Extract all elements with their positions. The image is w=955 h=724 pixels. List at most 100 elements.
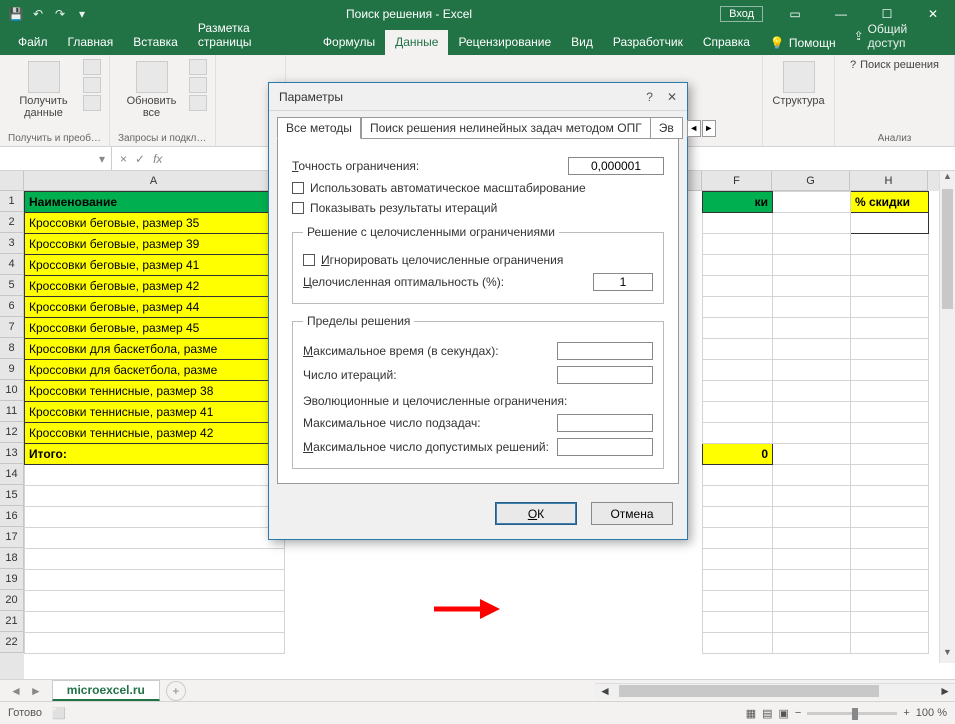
row-header[interactable]: 20 xyxy=(0,590,24,611)
name-box-dropdown-icon[interactable]: ▾ xyxy=(99,152,105,166)
cell-f13[interactable]: 0 xyxy=(703,444,773,465)
max-subproblems-input[interactable] xyxy=(557,414,653,432)
row-header[interactable]: 13 xyxy=(0,443,24,464)
zoom-in-icon[interactable]: + xyxy=(903,707,909,719)
autoscale-checkbox[interactable]: Использовать автоматическое масштабирова… xyxy=(292,181,664,195)
horizontal-scrollbar[interactable]: ◄ ► xyxy=(595,683,955,699)
row-header[interactable]: 18 xyxy=(0,548,24,569)
row-header[interactable]: 1 xyxy=(0,191,24,212)
max-time-input[interactable] xyxy=(557,342,653,360)
cancel-formula-icon[interactable]: × xyxy=(120,152,127,166)
cell-a4[interactable]: Кроссовки беговые, размер 41 xyxy=(25,255,285,276)
properties-icon[interactable] xyxy=(189,77,207,93)
col-header-g[interactable]: G xyxy=(772,171,850,191)
scroll-right-icon[interactable]: ► xyxy=(935,684,955,698)
row-header[interactable]: 7 xyxy=(0,317,24,338)
tab-file[interactable]: Файл xyxy=(8,30,58,55)
row-header[interactable]: 12 xyxy=(0,422,24,443)
cell-a2[interactable]: Кроссовки беговые, размер 35 xyxy=(25,213,285,234)
tab-scroll-right-icon[interactable]: ► xyxy=(702,120,716,137)
iterations-input[interactable] xyxy=(557,366,653,384)
tab-view[interactable]: Вид xyxy=(561,30,603,55)
row-header[interactable]: 19 xyxy=(0,569,24,590)
col-header-f[interactable]: F xyxy=(702,171,772,191)
cell-a5[interactable]: Кроссовки беговые, размер 42 xyxy=(25,276,285,297)
remove-dup-icon[interactable] xyxy=(500,59,522,81)
macro-record-icon[interactable]: ⬜ xyxy=(52,707,66,720)
queries-icon[interactable] xyxy=(189,59,207,75)
forecast-icon[interactable] xyxy=(604,59,626,81)
integer-optimality-input[interactable] xyxy=(593,273,653,291)
cell-h2[interactable] xyxy=(851,213,929,234)
what-if-icon[interactable] xyxy=(578,59,600,81)
tab-data[interactable]: Данные xyxy=(385,30,448,55)
cell-a9[interactable]: Кроссовки для баскетбола, разме xyxy=(25,360,285,381)
dialog-help-icon[interactable]: ? xyxy=(646,90,653,104)
zoom-slider[interactable] xyxy=(807,712,897,715)
tab-review[interactable]: Рецензирование xyxy=(448,30,561,55)
cell-a3[interactable]: Кроссовки беговые, размер 39 xyxy=(25,234,285,255)
dialog-tab-grg[interactable]: Поиск решения нелинейных задач методом О… xyxy=(361,117,651,139)
outline-button[interactable]: Структура xyxy=(768,59,828,109)
scroll-left-icon[interactable]: ◄ xyxy=(595,684,615,698)
qat-dropdown-icon[interactable]: ▾ xyxy=(74,6,90,22)
enter-formula-icon[interactable]: ✓ xyxy=(135,152,145,166)
filter-icon[interactable] xyxy=(422,59,444,81)
row-header[interactable]: 17 xyxy=(0,527,24,548)
row-header[interactable]: 4 xyxy=(0,254,24,275)
name-box[interactable]: ▾ xyxy=(0,147,112,170)
max-feasible-input[interactable] xyxy=(557,438,653,456)
hscroll-thumb[interactable] xyxy=(619,685,879,697)
cell-g1[interactable] xyxy=(773,192,851,213)
tab-home[interactable]: Главная xyxy=(58,30,124,55)
text-to-columns-icon[interactable] xyxy=(448,59,470,81)
consolidate-icon[interactable] xyxy=(552,59,574,81)
dialog-close-icon[interactable]: ✕ xyxy=(667,90,677,104)
row-header[interactable]: 16 xyxy=(0,506,24,527)
tab-formulas[interactable]: Формулы xyxy=(313,30,385,55)
zoom-out-icon[interactable]: − xyxy=(795,707,801,719)
row-header[interactable]: 21 xyxy=(0,611,24,632)
cell-f1[interactable]: ки xyxy=(703,192,773,213)
cell-a12[interactable]: Кроссовки теннисные, размер 42 xyxy=(25,423,285,444)
row-header[interactable]: 2 xyxy=(0,212,24,233)
row-header[interactable]: 6 xyxy=(0,296,24,317)
tab-page-layout[interactable]: Разметка страницы xyxy=(188,16,313,55)
cancel-button[interactable]: Отмена xyxy=(591,502,673,525)
precision-input[interactable] xyxy=(568,157,664,175)
tab-developer[interactable]: Разработчик xyxy=(603,30,693,55)
ok-button[interactable]: ОК xyxy=(495,502,577,525)
select-all-corner[interactable] xyxy=(0,171,24,191)
sort-za-icon[interactable] xyxy=(252,59,276,83)
from-table-icon[interactable] xyxy=(83,95,101,111)
new-sheet-button[interactable]: + xyxy=(166,681,186,701)
from-text-icon[interactable] xyxy=(83,59,101,75)
sheet-nav-next-icon[interactable]: ► xyxy=(30,684,42,698)
save-icon[interactable]: 💾 xyxy=(8,6,24,22)
show-iterations-checkbox[interactable]: Показывать результаты итераций xyxy=(292,201,664,215)
col-header-h[interactable]: H xyxy=(850,171,928,191)
undo-icon[interactable]: ↶ xyxy=(30,6,46,22)
row-header[interactable]: 15 xyxy=(0,485,24,506)
row-header[interactable]: 14 xyxy=(0,464,24,485)
view-break-icon[interactable]: ▣ xyxy=(779,707,789,720)
tab-insert[interactable]: Вставка xyxy=(123,30,188,55)
ignore-integer-checkbox[interactable]: Игнорировать целочисленные ограничения xyxy=(303,253,653,267)
cell-a6[interactable]: Кроссовки беговые, размер 44 xyxy=(25,297,285,318)
scroll-up-icon[interactable]: ▲ xyxy=(940,171,955,187)
cell-a11[interactable]: Кроссовки теннисные, размер 41 xyxy=(25,402,285,423)
sheet-tab-active[interactable]: microexcel.ru xyxy=(52,680,160,701)
row-header[interactable]: 8 xyxy=(0,338,24,359)
flash-fill-icon[interactable] xyxy=(474,59,496,81)
edit-links-icon[interactable] xyxy=(189,95,207,111)
cell-a1[interactable]: Наименование xyxy=(25,192,285,213)
cell-a10[interactable]: Кроссовки теннисные, размер 38 xyxy=(25,381,285,402)
row-header[interactable]: 3 xyxy=(0,233,24,254)
refresh-all-button[interactable]: Обновить все xyxy=(118,59,185,121)
row-header[interactable]: 11 xyxy=(0,401,24,422)
row-header[interactable]: 9 xyxy=(0,359,24,380)
dialog-tab-evolutionary[interactable]: Эв xyxy=(651,117,683,139)
from-web-icon[interactable] xyxy=(83,77,101,93)
col-header-a[interactable]: A xyxy=(24,171,284,191)
cell-a8[interactable]: Кроссовки для баскетбола, разме xyxy=(25,339,285,360)
